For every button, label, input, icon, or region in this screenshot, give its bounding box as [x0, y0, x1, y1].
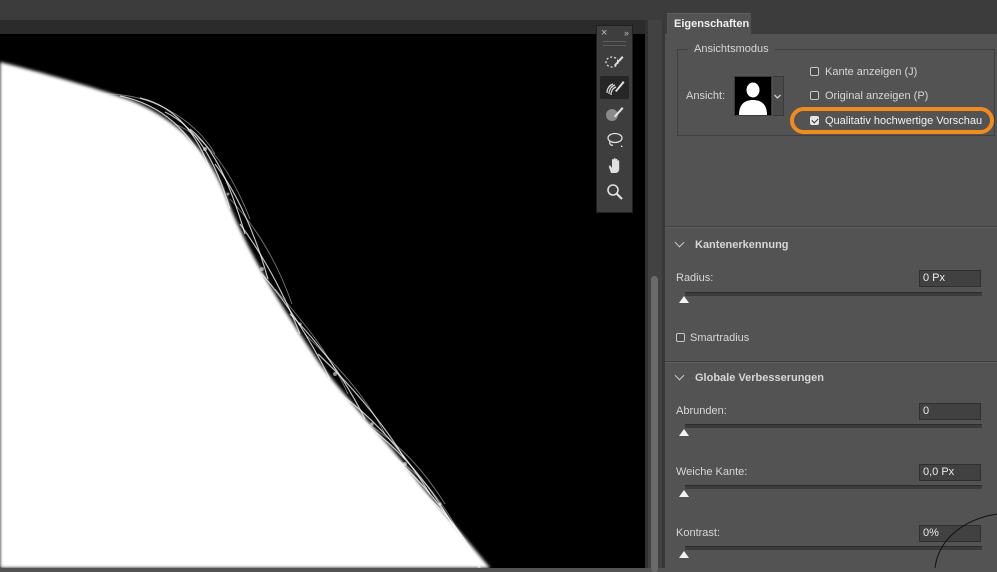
weiche-kante-slider-track[interactable]: [685, 485, 982, 489]
original-anzeigen-label: Original anzeigen (P): [825, 90, 929, 102]
kontrast-label: Kontrast:: [676, 527, 721, 539]
weiche-kante-slider-knob[interactable]: [679, 490, 689, 497]
chevron-down-icon: [774, 94, 781, 99]
top-bar: [0, 0, 997, 20]
radius-label: Radius:: [676, 272, 714, 284]
section-divider-light: [665, 227, 997, 228]
mask-preview: [0, 62, 490, 568]
refine-edge-brush-tool[interactable]: [600, 76, 629, 99]
abrunden-field[interactable]: 0: [919, 403, 981, 420]
kante-anzeigen-label: Kante anzeigen (J): [825, 66, 918, 78]
original-anzeigen-checkbox[interactable]: [810, 91, 819, 100]
quick-selection-icon: [604, 55, 623, 68]
person-silhouette-icon: [739, 82, 767, 115]
weiche-kante-label: Weiche Kante:: [676, 466, 748, 478]
smartradius-label: Smartradius: [690, 332, 750, 344]
radius-slider-knob[interactable]: [679, 296, 689, 303]
kontrast-slider-knob[interactable]: [679, 551, 689, 558]
quick-selection-tool[interactable]: [600, 50, 629, 73]
radius-slider-track[interactable]: [685, 292, 982, 296]
canvas-top-strip: [0, 20, 645, 34]
panel-grip[interactable]: [603, 41, 626, 46]
lasso-icon: [606, 132, 623, 147]
smartradius-checkbox[interactable]: [676, 333, 685, 342]
view-label: Ansicht:: [686, 90, 726, 102]
hand-tool[interactable]: [600, 154, 629, 177]
abrunden-slider-track[interactable]: [685, 424, 982, 428]
view-mode-dropdown[interactable]: [773, 76, 784, 116]
kantenerkennung-title: Kantenerkennung: [695, 239, 789, 251]
hand-icon: [608, 157, 619, 173]
brush-cursor-outline: [934, 513, 997, 568]
panel-edge: [662, 20, 665, 568]
radius-field[interactable]: 0 Px: [919, 270, 981, 287]
refine-tools-panel: × ››: [596, 25, 633, 213]
scrollbar-thumb[interactable]: [651, 276, 658, 572]
tools-panel-header: × ››: [597, 26, 632, 40]
kante-anzeigen-checkbox[interactable]: [810, 67, 819, 76]
abrunden-label: Abrunden:: [676, 405, 727, 417]
abrunden-slider-knob[interactable]: [679, 429, 689, 436]
weiche-kante-field[interactable]: 0,0 Px: [919, 464, 981, 481]
ansichtsmodus-legend: Ansichtsmodus: [688, 43, 775, 55]
close-icon[interactable]: ×: [601, 26, 607, 40]
brush-icon: [605, 106, 623, 121]
section-divider-light: [665, 362, 997, 363]
view-mode-thumbnail[interactable]: [734, 76, 772, 116]
tab-eigenschaften[interactable]: Eigenschaften: [667, 13, 751, 35]
highlight-ring: [790, 107, 994, 134]
lasso-tool[interactable]: [600, 128, 629, 151]
zoom-icon: [606, 183, 623, 200]
zoom-tool[interactable]: [600, 180, 629, 203]
refine-edge-brush-icon: [605, 80, 624, 95]
brush-tool[interactable]: [600, 102, 629, 125]
globale-verbesserungen-title: Globale Verbesserungen: [695, 372, 824, 384]
canvas-scrollbar[interactable]: [648, 20, 662, 572]
document-canvas[interactable]: [0, 34, 645, 568]
collapse-icon[interactable]: ››: [624, 26, 629, 40]
